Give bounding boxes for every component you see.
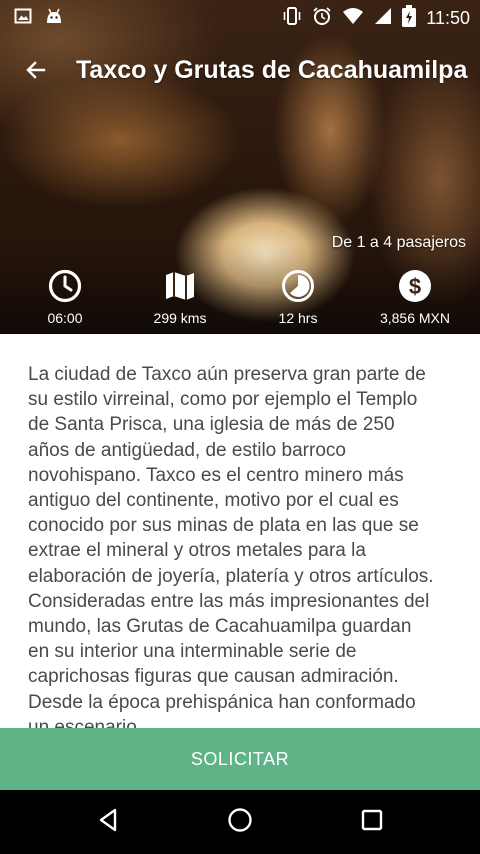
wifi-icon — [342, 7, 364, 30]
passengers-label: De 1 a 4 pasajeros — [331, 234, 466, 251]
back-button[interactable] — [18, 54, 54, 90]
status-bar: 11:50 — [0, 0, 480, 32]
nav-back-button[interactable] — [92, 806, 124, 838]
nav-home-button[interactable] — [224, 806, 256, 838]
stat-price: $ 3,856 MXN — [355, 269, 475, 326]
stat-value: 299 kms — [153, 310, 207, 326]
description-scroll[interactable]: La ciudad de Taxco aún preserva gran par… — [0, 334, 480, 728]
vibrate-icon — [282, 6, 302, 31]
stat-value: 06:00 — [47, 310, 83, 326]
stat-duration: 12 hrs — [238, 269, 358, 326]
alarm-icon — [312, 6, 332, 31]
page-title: Taxco y Grutas de Cacahuamilpa — [76, 56, 468, 84]
navigation-bar — [0, 790, 480, 854]
stat-value: 3,856 MXN — [379, 310, 451, 326]
image-icon — [14, 7, 32, 30]
solicitar-button[interactable]: SOLICITAR — [0, 728, 480, 790]
timer-icon — [281, 269, 315, 308]
square-recents-icon — [360, 808, 384, 837]
stat-departure: 06:00 — [5, 269, 125, 326]
app-bar: Taxco y Grutas de Cacahuamilpa — [0, 32, 480, 112]
status-time: 11:50 — [426, 8, 470, 28]
trip-stats: 06:00 299 kms 12 hrs $ 3,856 MXN — [0, 269, 480, 330]
description-text: La ciudad de Taxco aún preserva gran par… — [28, 364, 434, 728]
circle-home-icon — [227, 807, 253, 838]
stat-value: 12 hrs — [278, 310, 318, 326]
android-icon — [44, 7, 64, 30]
stat-distance: 299 kms — [120, 270, 240, 326]
signal-icon — [374, 7, 392, 30]
nav-recents-button[interactable] — [356, 806, 388, 838]
dollar-icon: $ — [398, 269, 432, 308]
battery-charging-icon — [402, 5, 417, 32]
svg-text:$: $ — [409, 274, 421, 299]
map-icon — [163, 269, 197, 308]
back-arrow-icon — [24, 58, 48, 87]
clock-icon — [48, 269, 82, 308]
triangle-back-icon — [96, 807, 120, 838]
